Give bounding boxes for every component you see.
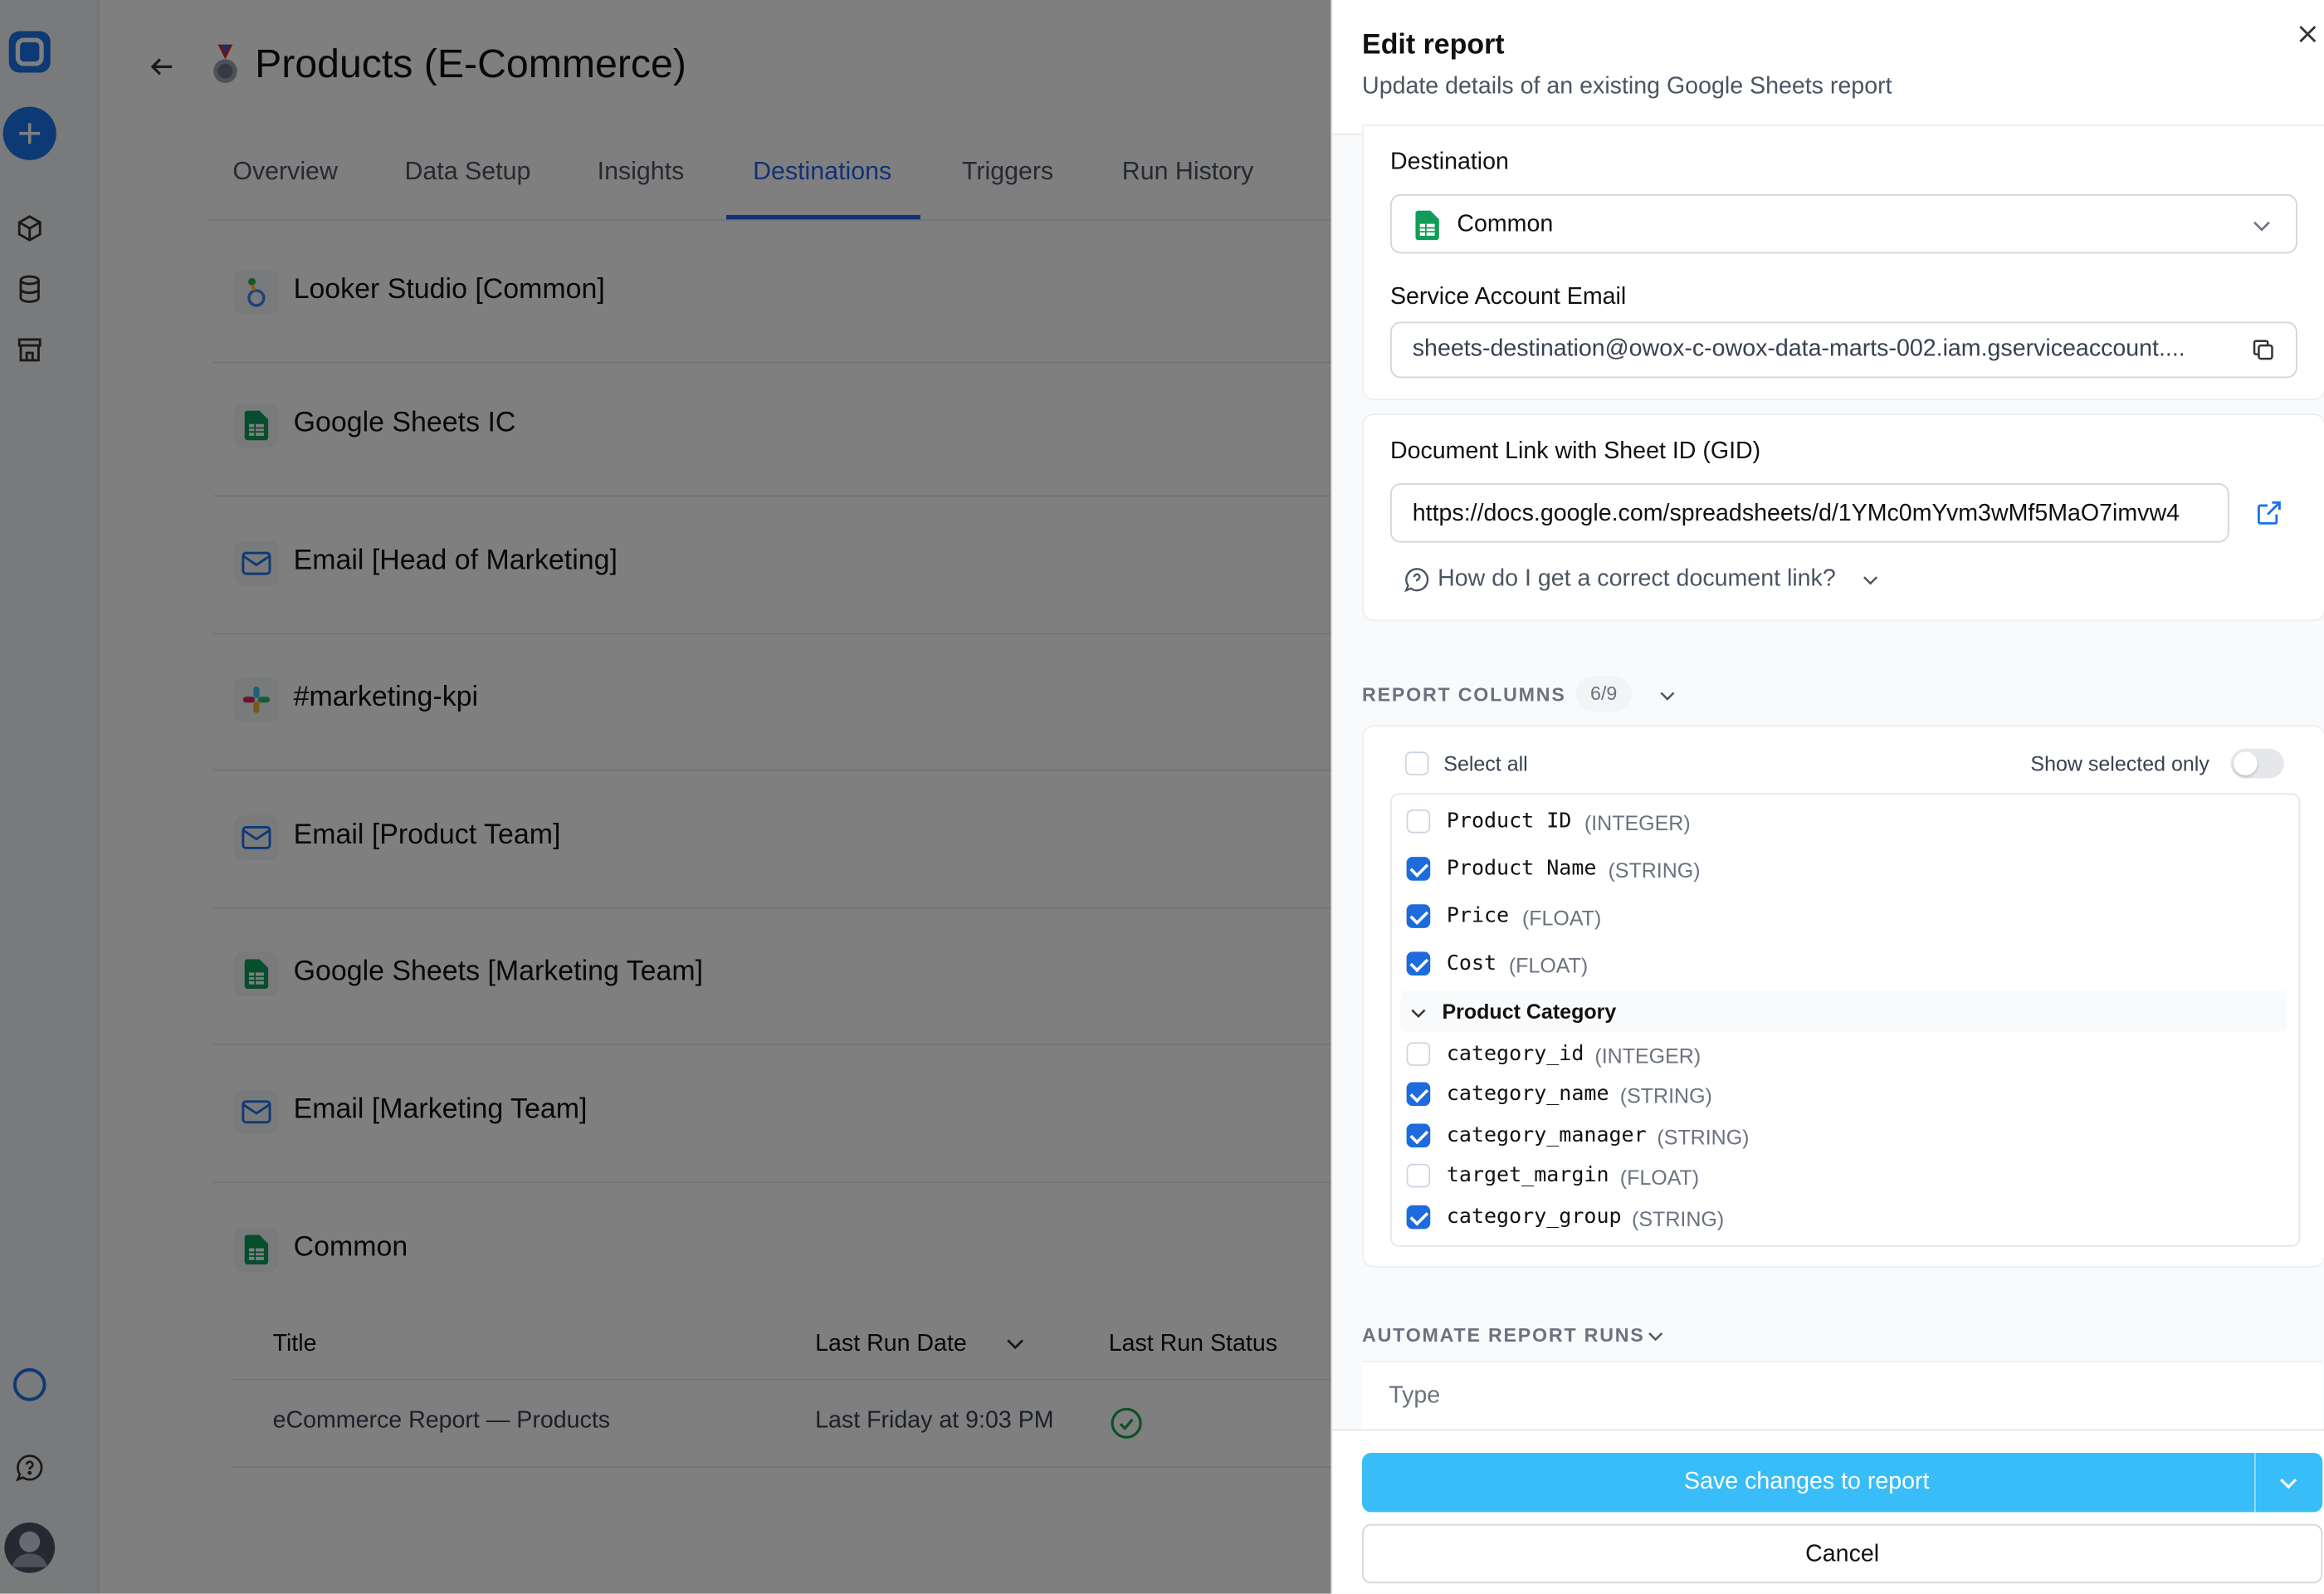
column-row[interactable]: category_manager (STRING) [1392,1119,2299,1155]
column-row[interactable]: category_id (INTEGER) [1392,1038,2299,1073]
save-button[interactable]: Save changes to report [1362,1452,2323,1513]
help-chat-icon [1404,566,1430,600]
columns-list: Product ID (INTEGER) Product Name (STRIN… [1389,793,2301,1247]
service-account-label: Service Account Email [1389,284,1627,310]
column-name: category_name [1446,1082,1609,1107]
save-split-divider [2254,1452,2256,1513]
show-selected-only-label: Show selected only [2030,751,2209,775]
column-row[interactable]: Product ID (INTEGER) [1392,806,2299,842]
destination-card: Destination Common Service Account Email… [1362,124,2324,401]
select-all-checkbox[interactable] [1404,751,1429,775]
column-checkbox[interactable] [1406,904,1431,928]
destination-select[interactable]: Common [1389,193,2297,254]
document-link-card: Document Link with Sheet ID (GID) https:… [1362,413,2324,622]
column-name: category_id [1446,1042,1584,1066]
modal-overlay[interactable] [0,0,1331,1594]
copy-icon[interactable] [2251,338,2275,369]
automate-card: Type [1362,1361,2323,1431]
column-checkbox[interactable] [1406,857,1431,881]
column-type: (FLOAT) [1619,1165,1700,1190]
column-row[interactable]: category_group (STRING) [1392,1200,2299,1236]
column-row[interactable]: Cost (FLOAT) [1392,949,2299,985]
service-account-value: sheets-destination@owox-c-owox-data-mart… [1412,336,2185,362]
edit-report-drawer: Edit report Update details of an existin… [1330,0,2324,1594]
chevron-down-icon[interactable] [1658,685,1676,711]
drawer-header: Edit report Update details of an existin… [1332,0,2324,135]
document-link-label: Document Link with Sheet ID (GID) [1389,438,1761,464]
column-group-header[interactable]: Product Category [1400,990,2287,1032]
column-checkbox[interactable] [1406,951,1431,975]
columns-count-badge: 6/9 [1575,676,1633,712]
document-link-input[interactable]: https://docs.google.com/spreadsheets/d/1… [1389,483,2229,543]
destination-label: Destination [1389,149,1509,175]
column-row[interactable]: Product Name (STRING) [1392,854,2299,890]
chevron-down-icon [2251,215,2272,243]
column-type: (INTEGER) [1584,810,1691,835]
column-type: (STRING) [1657,1125,1750,1149]
column-name: category_manager [1446,1123,1647,1148]
app: Products (E-Commerce) Overview Data Setu… [0,0,2324,1594]
column-checkbox[interactable] [1406,809,1431,834]
column-checkbox[interactable] [1406,1123,1431,1148]
column-name: Cost [1446,951,1497,975]
column-type: (FLOAT) [1508,953,1589,977]
chevron-down-icon [1409,1002,1427,1029]
external-link-icon[interactable] [2256,500,2282,534]
drawer-title: Edit report [1362,29,1505,61]
cancel-button-label: Cancel [1805,1542,1880,1567]
column-name: Product ID [1446,809,1572,834]
column-name: target_margin [1446,1163,1609,1188]
column-type: (FLOAT) [1521,906,1602,930]
column-type: (STRING) [1608,858,1701,883]
column-row[interactable]: target_margin (FLOAT) [1392,1159,2299,1195]
report-columns-card: Select all Show selected only Product ID… [1362,725,2324,1268]
column-checkbox[interactable] [1406,1082,1431,1107]
column-type: (STRING) [1632,1206,1725,1231]
cancel-button[interactable]: Cancel [1362,1523,2323,1584]
column-name: category_group [1446,1205,1622,1230]
document-link-value: https://docs.google.com/spreadsheets/d/1… [1412,501,2180,526]
column-group-label: Product Category [1442,999,1617,1024]
show-selected-only-toggle[interactable] [2230,748,2284,779]
drawer-subtitle: Update details of an existing Google She… [1362,74,1892,100]
select-all-label: Select all [1443,751,1528,775]
save-button-label: Save changes to report [1684,1469,1930,1494]
column-name: Product Name [1446,857,1597,881]
report-columns-title: REPORT COLUMNS [1362,683,1566,706]
column-row[interactable]: Price (FLOAT) [1392,902,2299,937]
automate-runs-title: AUTOMATE REPORT RUNS [1362,1323,1645,1347]
chevron-down-icon[interactable] [2278,1472,2299,1500]
google-sheets-icon [1415,210,1439,248]
close-icon[interactable] [2296,21,2320,55]
service-account-field[interactable]: sheets-destination@owox-c-owox-data-mart… [1389,321,2297,379]
column-row[interactable]: category_name (STRING) [1392,1078,2299,1113]
column-name: Price [1446,904,1510,928]
column-checkbox[interactable] [1406,1205,1431,1230]
column-type: (STRING) [1619,1083,1712,1107]
column-checkbox[interactable] [1406,1163,1431,1188]
column-type: (INTEGER) [1594,1044,1702,1068]
chevron-down-icon[interactable] [1647,1325,1664,1352]
destination-select-value: Common [1457,212,1554,237]
type-column-header: Type [1389,1383,1441,1409]
help-link[interactable]: How do I get a correct document link? [1438,566,1836,593]
chevron-down-icon[interactable] [1862,570,1879,596]
column-checkbox[interactable] [1406,1042,1431,1066]
